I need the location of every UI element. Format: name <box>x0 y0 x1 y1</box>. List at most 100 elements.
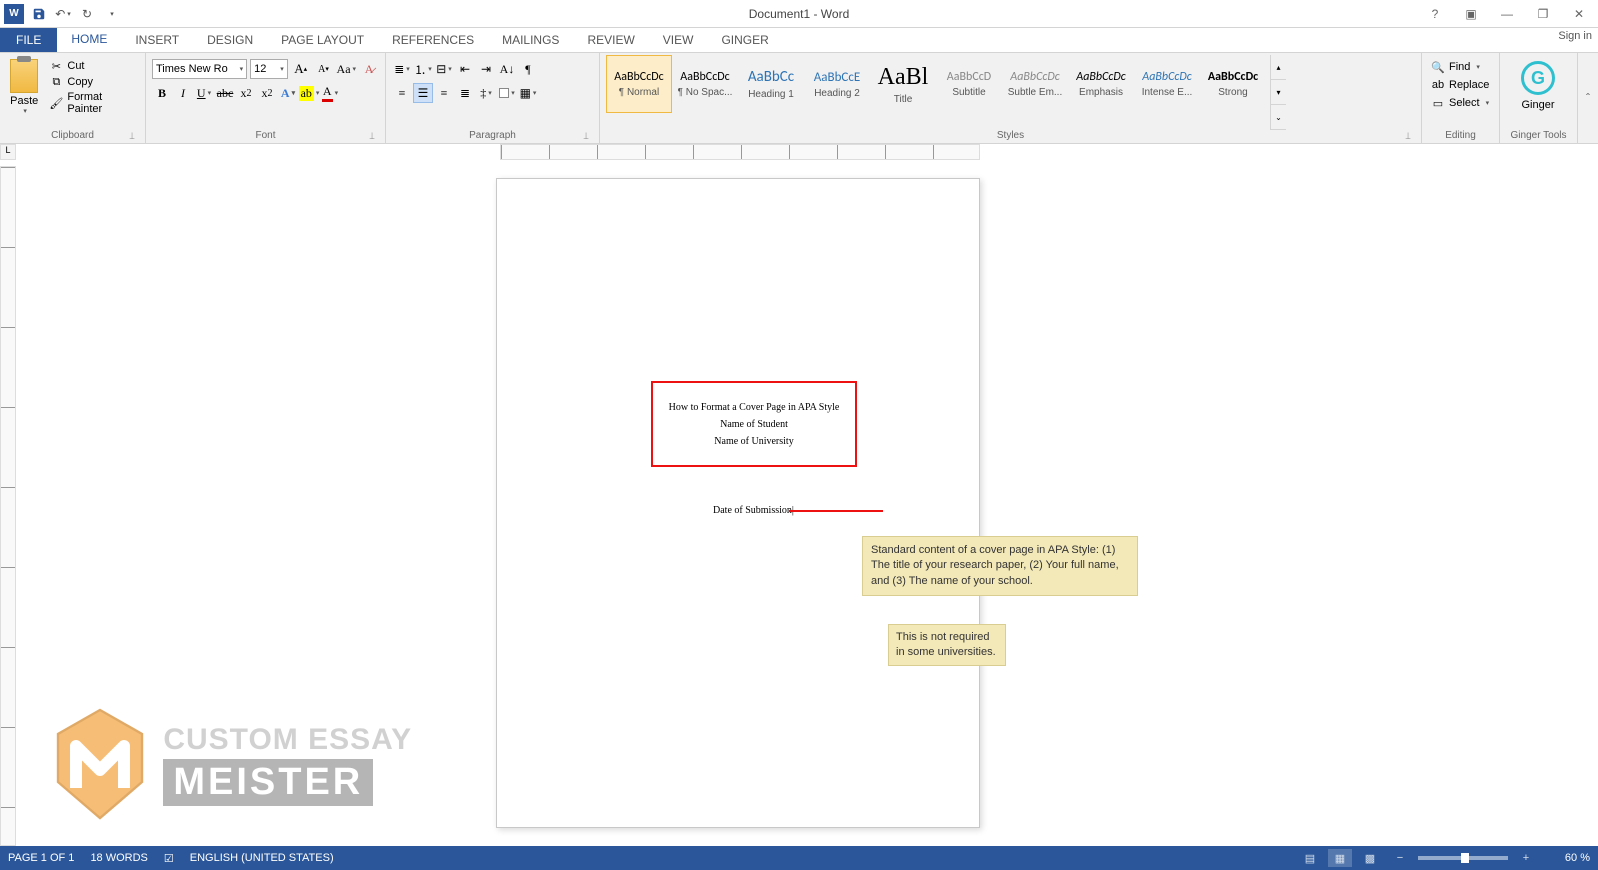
font-color-button[interactable]: A▾ <box>320 83 340 103</box>
zoom-level[interactable]: 60 % <box>1544 852 1590 864</box>
doc-date-line: Date of Submission <box>713 505 794 516</box>
multilevel-list-button[interactable]: ⊟▾ <box>434 59 454 79</box>
collapse-ribbon-icon[interactable]: ˆ <box>1578 53 1598 143</box>
subscript-button[interactable]: x2 <box>236 83 256 103</box>
change-case-button[interactable]: Aa▾ <box>336 59 356 79</box>
show-hide-button[interactable]: ¶ <box>518 59 538 79</box>
align-right-button[interactable]: ≡ <box>434 83 454 103</box>
paste-icon <box>10 59 38 93</box>
gallery-down-icon[interactable]: ▾ <box>1271 80 1286 105</box>
zoom-in-icon[interactable]: + <box>1514 849 1538 867</box>
style-item-heading-2[interactable]: AaBbCcEHeading 2 <box>804 55 870 113</box>
redo-icon[interactable]: ↻ <box>78 5 96 23</box>
tab-home[interactable]: HOME <box>57 28 121 52</box>
style-item-subtitle[interactable]: AaBbCcDSubtitle <box>936 55 1002 113</box>
tab-references[interactable]: REFERENCES <box>378 28 488 52</box>
web-layout-icon[interactable]: ▩ <box>1358 849 1382 867</box>
align-left-button[interactable]: ≡ <box>392 83 412 103</box>
replace-button[interactable]: abReplace <box>1428 77 1493 93</box>
help-icon[interactable]: ? <box>1422 4 1448 24</box>
vertical-ruler[interactable] <box>0 166 16 846</box>
paste-button[interactable]: Paste ▾ <box>6 55 42 130</box>
ribbon-display-icon[interactable]: ▣ <box>1458 4 1484 24</box>
paragraph-launcher-icon[interactable]: ⟘ <box>581 131 591 141</box>
proofing-icon[interactable]: ☑ <box>164 852 174 865</box>
doc-title-line: How to Format a Cover Page in APA Style <box>669 402 840 413</box>
minimize-icon[interactable]: — <box>1494 4 1520 24</box>
tab-file[interactable]: FILE <box>0 28 57 52</box>
style-item-strong[interactable]: AaBbCcDcStrong <box>1200 55 1266 113</box>
document-area: L How to Format a Cover Page in APA Styl… <box>0 144 1598 850</box>
grow-font-button[interactable]: A▴ <box>291 59 311 79</box>
tab-insert[interactable]: INSERT <box>121 28 193 52</box>
style-item-emphasis[interactable]: AaBbCcDcEmphasis <box>1068 55 1134 113</box>
tab-view[interactable]: VIEW <box>649 28 708 52</box>
clipboard-launcher-icon[interactable]: ⟘ <box>127 131 137 141</box>
strikethrough-button[interactable]: abc <box>215 83 235 103</box>
shading-button[interactable]: ▾ <box>497 83 517 103</box>
style-item---no-spac---[interactable]: AaBbCcDc¶ No Spac... <box>672 55 738 113</box>
close-icon[interactable]: ✕ <box>1566 4 1592 24</box>
brush-icon: 🖌 <box>49 96 63 110</box>
find-button[interactable]: 🔍Find▾ <box>1428 59 1493 75</box>
group-editing: 🔍Find▾ abReplace ▭Select▾ Editing <box>1422 53 1500 143</box>
decrease-indent-button[interactable]: ⇤ <box>455 59 475 79</box>
format-painter-button[interactable]: 🖌Format Painter <box>46 91 139 115</box>
text-effects-button[interactable]: A▾ <box>278 83 298 103</box>
word-count[interactable]: 18 WORDS <box>90 852 147 864</box>
font-launcher-icon[interactable]: ⟘ <box>367 131 377 141</box>
font-size-combo[interactable]: 12▾ <box>250 59 288 79</box>
zoom-out-icon[interactable]: − <box>1388 849 1412 867</box>
line-spacing-button[interactable]: ‡▾ <box>476 83 496 103</box>
maximize-icon[interactable]: ❐ <box>1530 4 1556 24</box>
copy-button[interactable]: ⧉Copy <box>46 75 139 89</box>
page-indicator[interactable]: PAGE 1 OF 1 <box>8 852 74 864</box>
quick-access-toolbar: W ↶▾ ↻ ▾ <box>0 4 120 24</box>
align-center-button[interactable]: ☰ <box>413 83 433 103</box>
doc-university-line: Name of University <box>714 436 793 447</box>
clear-formatting-button[interactable]: A̷ <box>359 59 379 79</box>
print-layout-icon[interactable]: ▦ <box>1328 849 1352 867</box>
font-name-combo[interactable]: Times New Ro▾ <box>152 59 247 79</box>
shrink-font-button[interactable]: A▾ <box>314 59 334 79</box>
underline-button[interactable]: U▾ <box>194 83 214 103</box>
cut-button[interactable]: ✂Cut <box>46 59 139 73</box>
italic-button[interactable]: I <box>173 83 193 103</box>
style-item-title[interactable]: AaBlTitle <box>870 55 936 113</box>
superscript-button[interactable]: x2 <box>257 83 277 103</box>
sort-button[interactable]: A↓ <box>497 59 517 79</box>
styles-scroll: ▴ ▾ ⌄ <box>1270 55 1286 130</box>
select-button[interactable]: ▭Select▾ <box>1428 95 1493 111</box>
qat-customize-icon[interactable]: ▾ <box>102 5 120 23</box>
tab-mailings[interactable]: MAILINGS <box>488 28 573 52</box>
zoom-slider[interactable] <box>1418 856 1508 860</box>
justify-button[interactable]: ≣ <box>455 83 475 103</box>
ruler-corner: L <box>0 144 16 160</box>
borders-button[interactable]: ▦▾ <box>518 83 538 103</box>
gallery-up-icon[interactable]: ▴ <box>1271 55 1286 80</box>
document-page[interactable]: How to Format a Cover Page in APA Style … <box>496 178 980 828</box>
horizontal-ruler[interactable] <box>500 144 980 160</box>
gallery-more-icon[interactable]: ⌄ <box>1271 105 1286 130</box>
tab-page-layout[interactable]: PAGE LAYOUT <box>267 28 378 52</box>
numbering-button[interactable]: ⒈▾ <box>413 59 433 79</box>
tab-review[interactable]: REVIEW <box>573 28 648 52</box>
style-item-intense-e---[interactable]: AaBbCcDcIntense E... <box>1134 55 1200 113</box>
highlight-button[interactable]: ab▾ <box>299 83 319 103</box>
save-icon[interactable] <box>30 5 48 23</box>
undo-icon[interactable]: ↶▾ <box>54 5 72 23</box>
styles-launcher-icon[interactable]: ⟘ <box>1403 131 1413 141</box>
style-item-subtle-em---[interactable]: AaBbCcDcSubtle Em... <box>1002 55 1068 113</box>
bold-button[interactable]: B <box>152 83 172 103</box>
language-indicator[interactable]: ENGLISH (UNITED STATES) <box>190 852 334 864</box>
tab-ginger[interactable]: GINGER <box>707 28 782 52</box>
bullets-button[interactable]: ≣▾ <box>392 59 412 79</box>
style-item---normal[interactable]: AaBbCcDc¶ Normal <box>606 55 672 113</box>
increase-indent-button[interactable]: ⇥ <box>476 59 496 79</box>
read-mode-icon[interactable]: ▤ <box>1298 849 1322 867</box>
tab-design[interactable]: DESIGN <box>193 28 267 52</box>
group-font: Times New Ro▾ 12▾ A▴ A▾ Aa▾ A̷ B I U▾ ab… <box>146 53 386 143</box>
sign-in-link[interactable]: Sign in <box>1558 30 1592 42</box>
style-item-heading-1[interactable]: AaBbCcHeading 1 <box>738 55 804 113</box>
ginger-button[interactable]: G Ginger <box>1506 55 1570 111</box>
